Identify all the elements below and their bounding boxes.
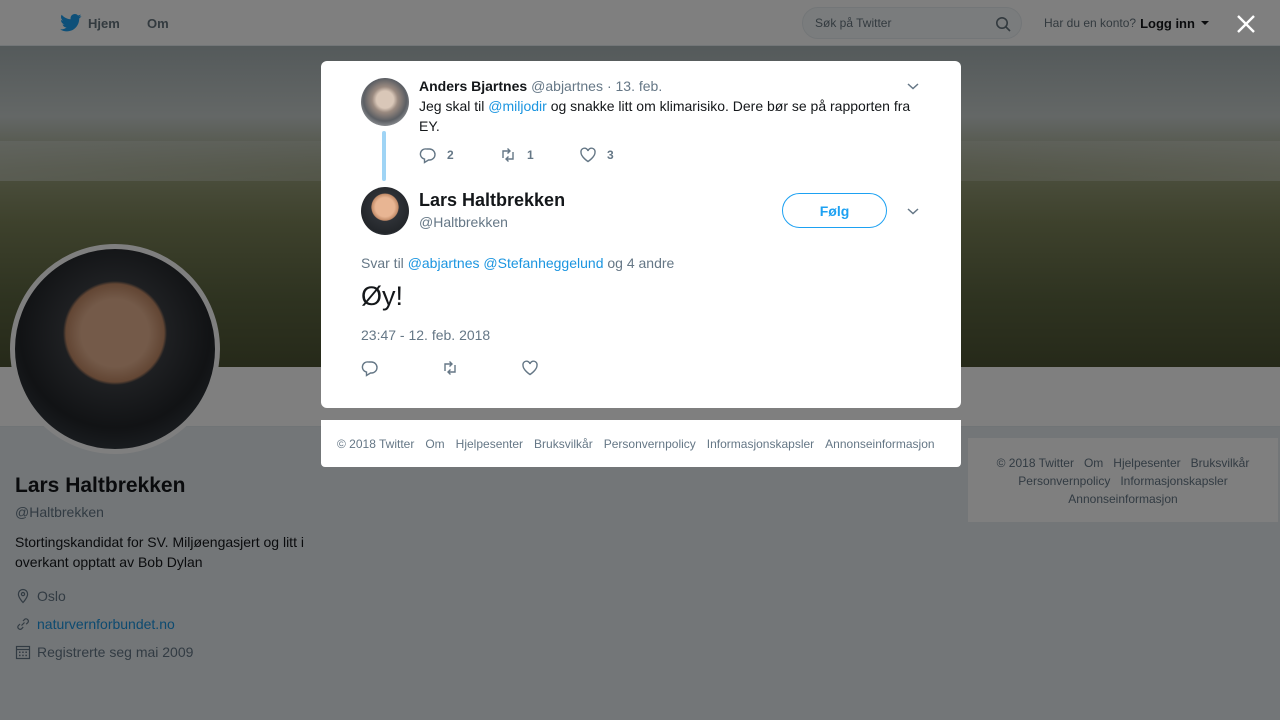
reply-prefix: Svar til (361, 255, 404, 271)
footer-link-help[interactable]: Hjelpesenter (456, 437, 523, 451)
retweet-button[interactable] (441, 359, 521, 377)
main-tweet-actions (361, 359, 601, 377)
retweet-icon (444, 361, 456, 375)
parent-tweet-text-start: Jeg skal til (419, 98, 489, 114)
modal-footer: © 2018 Twitter Om Hjelpesenter Bruksvilk… (321, 420, 961, 467)
reply-suffix[interactable]: og 4 andre (607, 255, 674, 271)
heart-icon (522, 360, 538, 376)
chevron-down-icon[interactable] (905, 78, 921, 94)
follow-button[interactable]: Følg (782, 193, 887, 228)
avatar[interactable] (361, 187, 409, 235)
main-tweet-header: Lars Haltbrekken @Haltbrekken Følg (361, 187, 921, 237)
retweet-count: 1 (527, 148, 534, 162)
reply-count: 2 (447, 148, 454, 162)
main-tweet-author-name[interactable]: Lars Haltbrekken (419, 190, 565, 211)
retweet-button[interactable]: 1 (499, 146, 579, 164)
reply-mention[interactable]: @Stefanheggelund (483, 255, 603, 271)
parent-tweet-author-handle[interactable]: @abjartnes (531, 78, 603, 94)
retweet-icon (502, 148, 514, 162)
tweet-permalink-modal: Anders Bjartnes @abjartnes · 13. feb. Je… (321, 61, 961, 408)
thread-connector-line (382, 131, 386, 181)
parent-tweet-author-name[interactable]: Anders Bjartnes (419, 78, 527, 94)
parent-tweet-date[interactable]: · 13. feb. (607, 78, 662, 94)
avatar[interactable] (361, 78, 409, 126)
parent-tweet-actions: 2 1 3 (419, 146, 919, 164)
like-button[interactable]: 3 (579, 146, 659, 164)
reply-button[interactable]: 2 (419, 146, 499, 164)
tweet-text: Øy! (361, 281, 404, 311)
footer-copyright: © 2018 Twitter (337, 436, 415, 451)
replying-to: Svar til @abjartnes @Stefanheggelund og … (361, 255, 674, 271)
footer-link-cookies[interactable]: Informasjonskapsler (707, 437, 814, 451)
close-icon[interactable] (1234, 12, 1258, 36)
chevron-down-icon[interactable] (905, 203, 921, 219)
footer-link-ads[interactable]: Annonseinformasjon (825, 437, 934, 451)
footer-link-about[interactable]: Om (425, 437, 444, 451)
reply-icon (361, 361, 378, 377)
footer-link-terms[interactable]: Bruksvilkår (534, 437, 593, 451)
parent-tweet-content: Anders Bjartnes @abjartnes · 13. feb. Je… (419, 78, 919, 164)
tweet-timestamp[interactable]: 23:47 - 12. feb. 2018 (361, 327, 490, 343)
like-button[interactable] (521, 359, 601, 377)
main-tweet-author-handle[interactable]: @Haltbrekken (419, 214, 508, 230)
footer-link-privacy[interactable]: Personvernpolicy (604, 437, 696, 451)
reply-icon (419, 148, 436, 164)
like-count: 3 (607, 148, 614, 162)
reply-button[interactable] (361, 359, 441, 377)
reply-mention[interactable]: @abjartnes (408, 255, 480, 271)
parent-tweet-header: Anders Bjartnes @abjartnes · 13. feb. (419, 78, 919, 94)
parent-tweet-text: Jeg skal til @miljodir og snakke litt om… (419, 96, 919, 136)
heart-icon (580, 147, 596, 163)
mention-link[interactable]: @miljodir (488, 98, 547, 114)
